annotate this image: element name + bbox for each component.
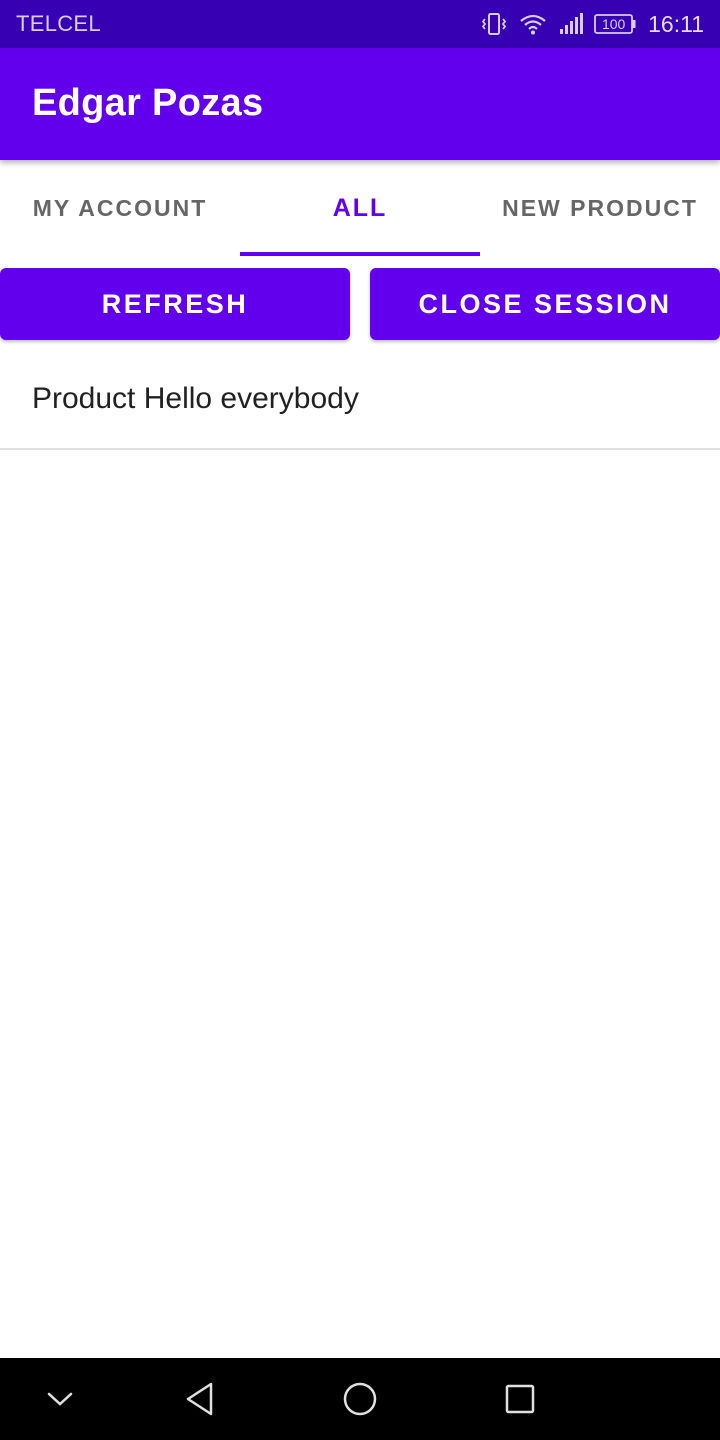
refresh-button[interactable]: REFRESH	[0, 268, 350, 340]
wifi-icon	[518, 12, 548, 36]
close-session-button[interactable]: CLOSE SESSION	[370, 268, 720, 340]
vibrate-icon	[480, 12, 508, 36]
screen: TELCEL 100 16:11 Edgar Pozas MY ACCOUNT …	[0, 0, 720, 1440]
tab-my-account[interactable]: MY ACCOUNT	[0, 160, 240, 256]
status-bar: TELCEL 100 16:11	[0, 0, 720, 48]
battery-level: 100	[601, 16, 626, 32]
chevron-down-icon[interactable]	[36, 1375, 84, 1423]
tab-all[interactable]: ALL	[240, 160, 480, 256]
carrier-name: TELCEL	[16, 11, 101, 36]
clock: 16:11	[648, 10, 704, 37]
tab-new-product[interactable]: NEW PRODUCT	[480, 160, 720, 256]
app-bar: Edgar Pozas	[0, 48, 720, 160]
back-icon[interactable]	[176, 1375, 224, 1423]
signal-icon	[558, 12, 584, 36]
navigation-bar	[0, 1358, 720, 1440]
battery-icon: 100	[594, 14, 636, 34]
list-item[interactable]: Product Hello everybody	[0, 352, 720, 450]
tab-bar: MY ACCOUNT ALL NEW PRODUCT	[0, 160, 720, 256]
recent-apps-icon[interactable]	[496, 1375, 544, 1423]
home-icon[interactable]	[336, 1375, 384, 1423]
product-label: Product Hello everybody	[32, 382, 359, 415]
status-icons: 100 16:11	[480, 10, 704, 38]
page-title: Edgar Pozas	[32, 82, 264, 124]
tab-indicator	[240, 252, 480, 256]
